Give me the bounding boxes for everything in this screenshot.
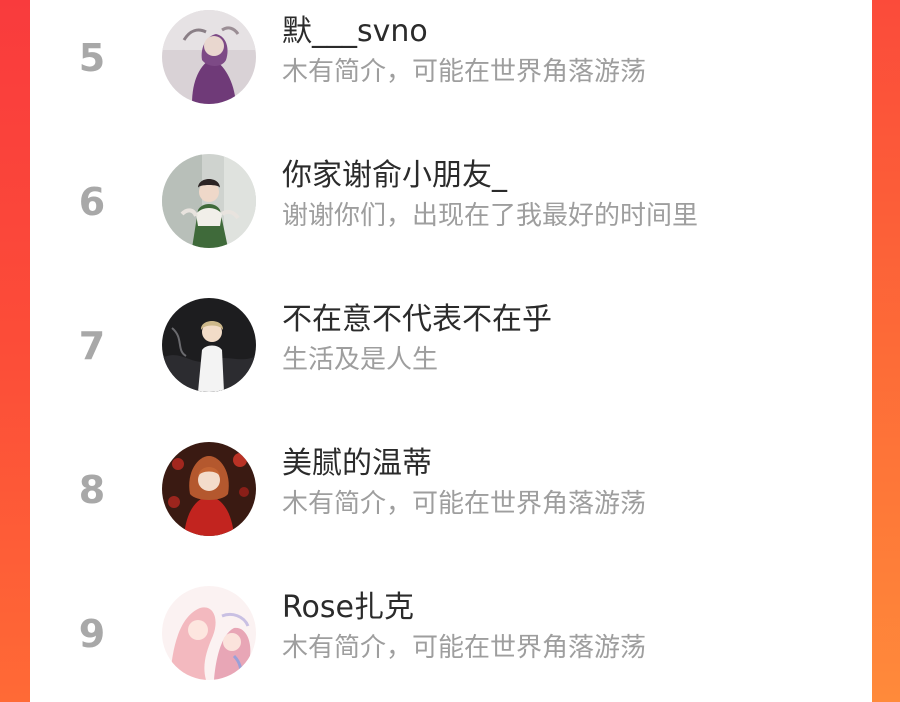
- user-avatar-portrait-purple-icon: [162, 10, 256, 104]
- user-avatar-anime-boy-icon: [162, 298, 256, 392]
- ranking-row-7[interactable]: 7 不在意不代表不在乎 生活及是人生: [30, 288, 872, 408]
- user-avatar-pink-anime-couple-icon: [162, 586, 256, 680]
- ranking-row-9[interactable]: 9 Rose扎克 木有简介，可能在世界角落游荡: [30, 576, 872, 696]
- background-right-edge: [872, 0, 900, 702]
- ranking-row-6[interactable]: 6 你家谢俞小朋友_ 谢谢你们，出现在了我最好的时间里: [30, 144, 872, 264]
- user-avatar-red-dress-girl-icon: [162, 442, 256, 536]
- ranking-list-panel: 5 默___svno 木有简介，可能在世界角落游荡 6 你家谢俞小朋友_ 谢谢你…: [30, 0, 872, 702]
- background-left-edge: [0, 0, 30, 702]
- user-bio: 木有简介，可能在世界角落游荡: [282, 57, 647, 87]
- ranking-row-8[interactable]: 8 美腻的温蒂 木有简介，可能在世界角落游荡: [30, 432, 872, 552]
- rank-number: 6: [78, 180, 106, 224]
- user-bio: 木有简介，可能在世界角落游荡: [282, 489, 647, 519]
- user-bio: 生活及是人生: [282, 345, 439, 375]
- user-name: 默___svno: [282, 14, 428, 49]
- user-name: 不在意不代表不在乎: [282, 302, 552, 337]
- user-avatar[interactable]: [162, 442, 256, 536]
- user-name: 你家谢俞小朋友_: [282, 158, 507, 193]
- ranking-row-5[interactable]: 5 默___svno 木有简介，可能在世界角落游荡: [30, 0, 872, 120]
- user-name: Rose扎克: [282, 590, 414, 625]
- user-avatar-hanfu-girl-icon: [162, 154, 256, 248]
- user-avatar[interactable]: [162, 298, 256, 392]
- rank-number: 7: [78, 324, 106, 368]
- user-name: 美腻的温蒂: [282, 446, 432, 481]
- user-bio: 谢谢你们，出现在了我最好的时间里: [282, 201, 699, 231]
- rank-number: 5: [78, 36, 106, 80]
- rank-number: 9: [78, 612, 106, 656]
- user-bio: 木有简介，可能在世界角落游荡: [282, 633, 647, 663]
- user-avatar[interactable]: [162, 154, 256, 248]
- user-avatar[interactable]: [162, 10, 256, 104]
- rank-number: 8: [78, 468, 106, 512]
- user-avatar[interactable]: [162, 586, 256, 680]
